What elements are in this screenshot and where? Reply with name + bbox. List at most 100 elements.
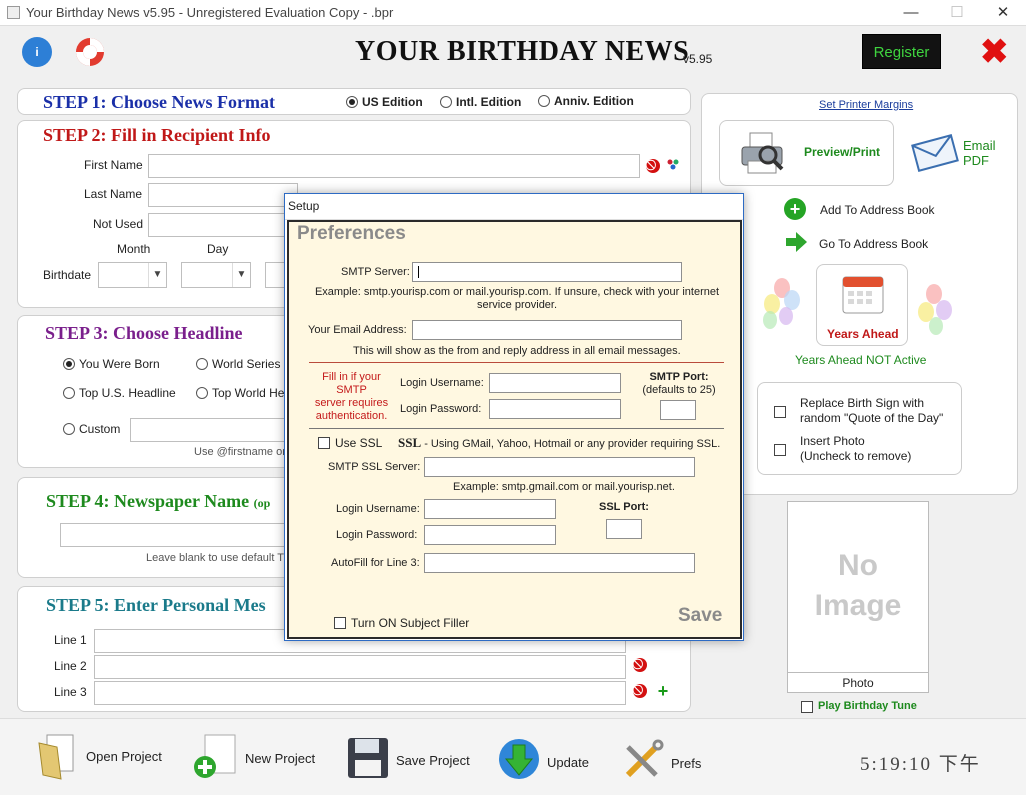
- version-label: v5.95: [683, 52, 713, 66]
- app-icon: [7, 6, 20, 19]
- newspaper-name-input[interactable]: [60, 523, 285, 547]
- years-ahead-label: Years Ahead: [827, 327, 899, 341]
- last-name-input[interactable]: [148, 183, 298, 207]
- month-label: Month: [117, 242, 151, 256]
- step4-title: STEP 4: Newspaper Name (op: [46, 491, 271, 511]
- setup-dialog-title: Setup: [285, 194, 743, 220]
- radio-top-world-headline[interactable]: Top World He: [196, 386, 284, 400]
- step2-title: STEP 2: Fill in Recipient Info: [43, 125, 271, 145]
- new-project-icon[interactable]: [193, 733, 241, 781]
- line2-input[interactable]: [94, 655, 626, 679]
- smtp-port-info: SMTP Port: (defaults to 25): [642, 371, 716, 396]
- radio-custom[interactable]: Custom: [63, 422, 120, 436]
- update-button[interactable]: Update: [547, 755, 589, 770]
- save-project-button[interactable]: Save Project: [396, 753, 470, 768]
- email-pdf-label[interactable]: Email PDF: [963, 138, 996, 168]
- radio-us-edition[interactable]: US Edition: [346, 95, 423, 109]
- newspaper-hint: Leave blank to use default T: [146, 552, 285, 564]
- step1-panel: STEP 1: Choose News Format US Edition In…: [17, 88, 691, 115]
- step5-title: STEP 5: Enter Personal Mes: [46, 595, 266, 615]
- ssl-login-username-input[interactable]: [424, 499, 556, 519]
- open-project-button[interactable]: Open Project: [86, 749, 162, 764]
- use-ssl-checkbox[interactable]: Use SSL: [318, 436, 382, 450]
- open-project-icon[interactable]: [37, 731, 81, 781]
- replace-birth-sign-checkbox[interactable]: [774, 405, 791, 419]
- new-project-button[interactable]: New Project: [245, 751, 315, 766]
- bottom-toolbar: Open Project New Project Save Project Up…: [0, 718, 1026, 795]
- app-header: i YOUR BIRTHDAY NEWS v5.95 Register ✖: [0, 26, 1026, 84]
- ssl-port-input[interactable]: [606, 519, 642, 539]
- ssl-port-label: SSL Port:: [599, 501, 649, 513]
- line3-input[interactable]: [94, 681, 626, 705]
- clear-first-name-icon[interactable]: ⃠: [646, 159, 660, 173]
- smtp-server-label: SMTP Server:: [341, 266, 410, 278]
- insert-photo-checkbox[interactable]: [774, 443, 791, 457]
- radio-world-series[interactable]: World Series: [196, 357, 280, 371]
- preferences-heading: Preferences: [297, 223, 406, 244]
- clear-line3-icon[interactable]: ⃠: [633, 684, 647, 698]
- radio-intl-edition[interactable]: Intl. Edition: [440, 95, 521, 109]
- window-title: Your Birthday News v5.95 - Unregistered …: [26, 5, 394, 20]
- radio-anniv-edition[interactable]: Anniv. Edition: [538, 94, 634, 108]
- ssl-server-input[interactable]: [424, 457, 695, 477]
- month-select[interactable]: ▼: [98, 262, 167, 288]
- login-username-label: Login Username:: [400, 377, 484, 389]
- window-close-button[interactable]: ✕: [980, 0, 1026, 26]
- save-project-icon[interactable]: [346, 736, 390, 780]
- day-select[interactable]: ▼: [181, 262, 251, 288]
- ssl-description: SSL - Using GMail, Yahoo, Hotmail or any…: [398, 435, 721, 450]
- email-icon[interactable]: [909, 134, 961, 172]
- play-tune-checkbox[interactable]: [801, 700, 818, 714]
- last-name-label: Last Name: [84, 187, 143, 201]
- add-to-address-book[interactable]: Add To Address Book: [820, 203, 935, 217]
- update-icon[interactable]: [497, 737, 541, 781]
- ssl-login-password-input[interactable]: [424, 525, 556, 545]
- setup-dialog: Setup Preferences SMTP Server: Example: …: [284, 193, 744, 641]
- autofill-input[interactable]: [424, 553, 695, 573]
- first-name-input[interactable]: [148, 154, 640, 178]
- options-box: Replace Birth Sign with random "Quote of …: [757, 382, 962, 475]
- auth-note: Fill in if your SMTP server requires authen…: [314, 371, 389, 422]
- custom-headline-input[interactable]: [130, 418, 285, 442]
- divider-2: [309, 428, 724, 429]
- go-arrow-icon[interactable]: [784, 231, 808, 253]
- smtp-server-input[interactable]: [412, 262, 682, 282]
- add-address-icon[interactable]: +: [784, 198, 806, 220]
- subject-filler-checkbox[interactable]: Turn ON Subject Filler: [334, 616, 469, 630]
- preview-print-button[interactable]: Preview/Print: [719, 120, 894, 186]
- help-lifebuoy-icon[interactable]: [74, 36, 106, 68]
- radio-top-us-headline[interactable]: Top U.S. Headline: [63, 386, 176, 400]
- info-icon[interactable]: i: [22, 37, 52, 67]
- people-icon[interactable]: [666, 158, 680, 172]
- go-to-address-book[interactable]: Go To Address Book: [819, 237, 928, 251]
- years-ahead-button[interactable]: Years Ahead: [816, 264, 908, 346]
- day-label: Day: [207, 242, 229, 256]
- line3-label: Line 3: [54, 685, 87, 699]
- add-line-icon[interactable]: +: [656, 682, 670, 700]
- radio-you-were-born[interactable]: You Were Born: [63, 357, 160, 371]
- save-button[interactable]: Save: [678, 605, 722, 627]
- autofill-label: AutoFill for Line 3:: [331, 557, 420, 569]
- title-bar: Your Birthday News v5.95 - Unregistered …: [0, 0, 1026, 26]
- maximize-button[interactable]: ☐: [934, 0, 980, 26]
- login-username-input[interactable]: [489, 373, 621, 393]
- smtp-port-input[interactable]: [660, 400, 696, 420]
- clock: 5:19:10 下午: [860, 754, 981, 775]
- not-used-input[interactable]: [148, 213, 298, 237]
- brand-title: YOUR BIRTHDAY NEWS: [355, 36, 690, 67]
- prefs-button[interactable]: Prefs: [671, 756, 701, 771]
- clear-line2-icon[interactable]: ⃠: [633, 658, 647, 672]
- login-password-input[interactable]: [489, 399, 621, 419]
- prefs-tools-icon[interactable]: [622, 739, 664, 781]
- email-address-input[interactable]: [412, 320, 682, 340]
- first-name-label: First Name: [84, 158, 143, 172]
- exit-icon[interactable]: ✖: [980, 35, 1009, 69]
- photo-box[interactable]: No Image Photo: [787, 501, 929, 693]
- set-printer-margins-link[interactable]: Set Printer Margins: [819, 99, 913, 111]
- play-birthday-tune-label[interactable]: Play Birthday Tune: [818, 700, 917, 712]
- minimize-button[interactable]: —: [888, 0, 934, 26]
- preferences-body: Preferences SMTP Server: Example: smtp.y…: [287, 220, 742, 639]
- register-button[interactable]: Register: [862, 34, 941, 69]
- replace-birth-sign-label: Replace Birth Sign with random "Quote of …: [800, 396, 944, 425]
- step3-title: STEP 3: Choose Headline: [45, 323, 243, 343]
